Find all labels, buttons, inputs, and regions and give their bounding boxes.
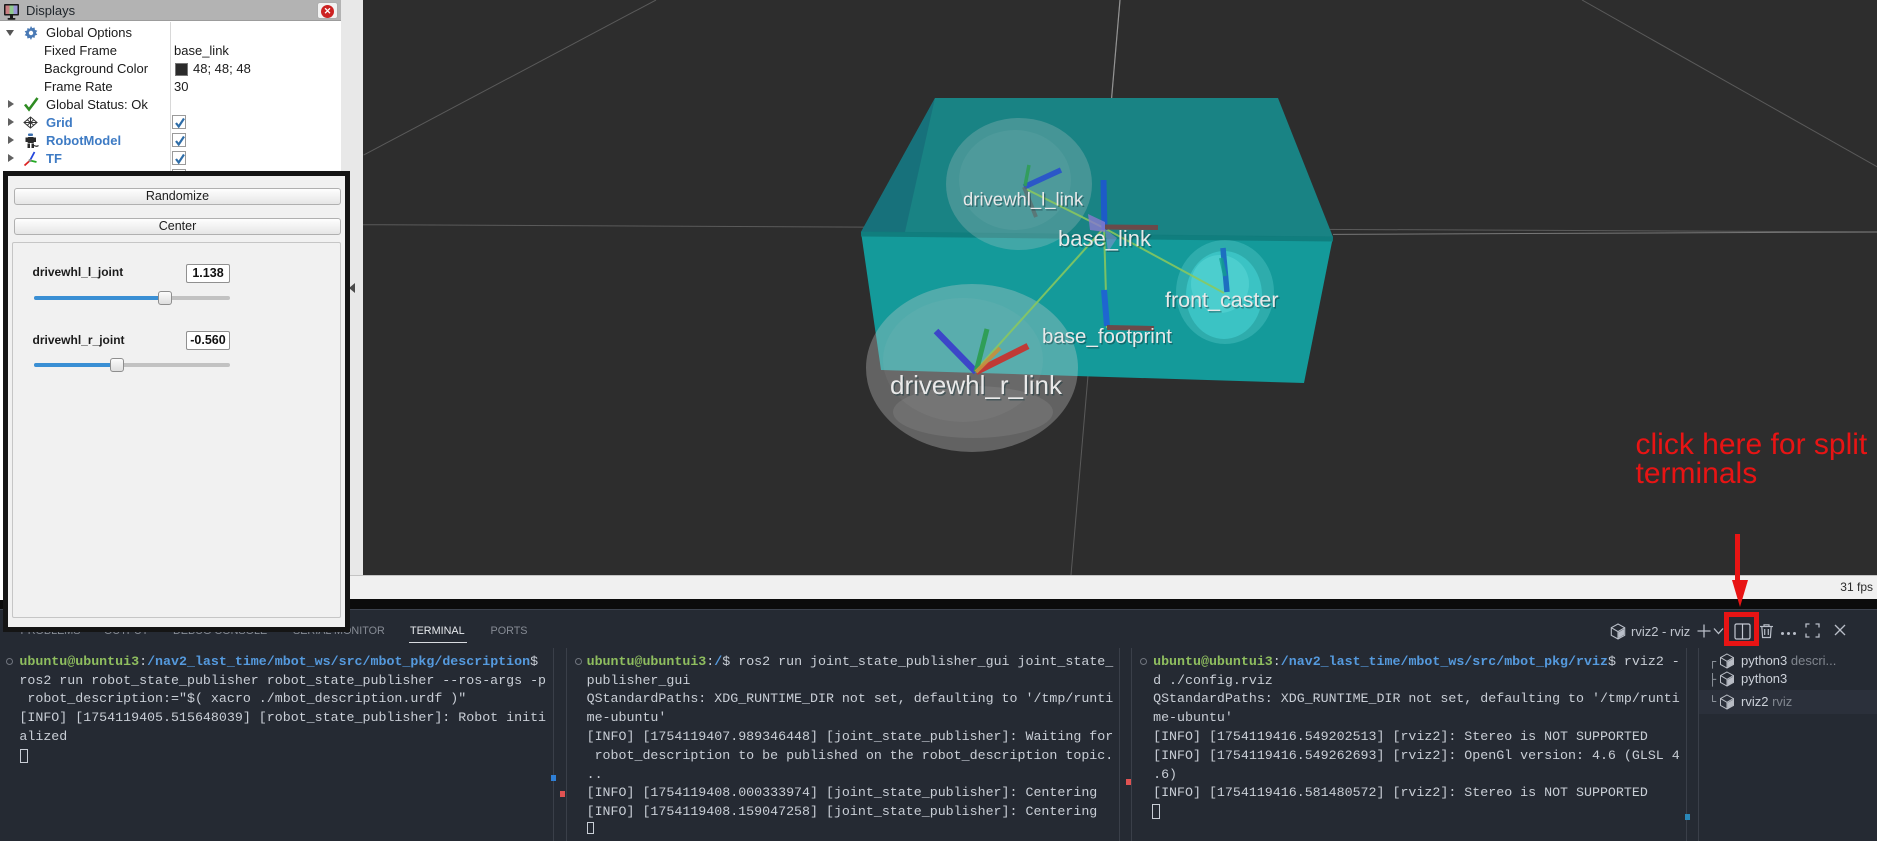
svg-text:front_caster: front_caster xyxy=(1165,288,1279,312)
svg-text:base_footprint: base_footprint xyxy=(1042,325,1172,348)
svg-text:drivewhl_l_link: drivewhl_l_link xyxy=(963,189,1084,211)
svg-text:drivewhl_r_link: drivewhl_r_link xyxy=(890,370,1063,400)
svg-text:base_link: base_link xyxy=(1058,226,1152,251)
